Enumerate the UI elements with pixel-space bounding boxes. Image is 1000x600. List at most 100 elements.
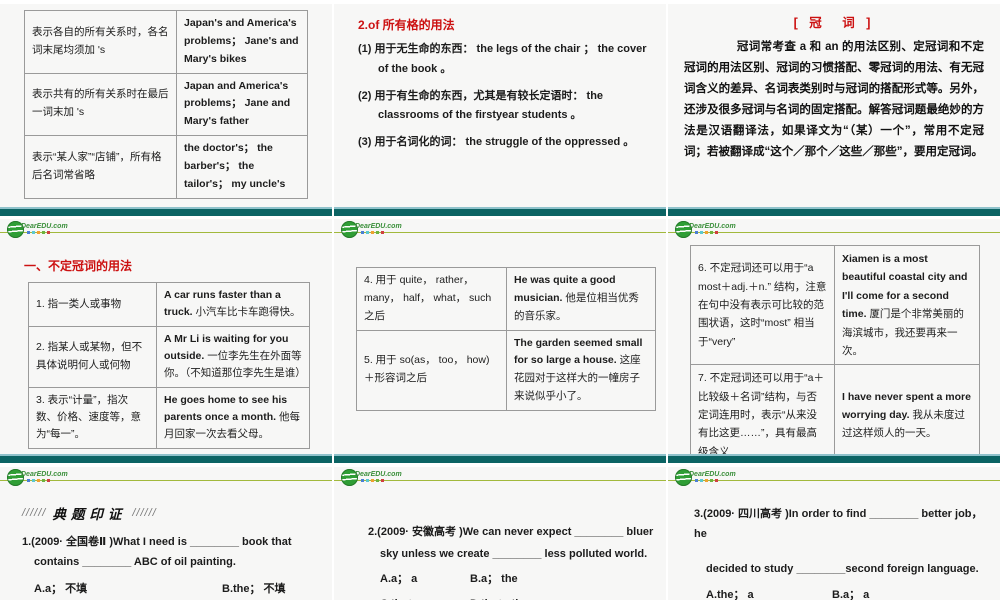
options-row: A.the； a B.a； a	[668, 584, 1000, 600]
option-a: A.a； 不填	[34, 582, 88, 595]
options-row: A.a； a B.a； the	[334, 568, 666, 590]
article-usage-table: 6. 不定冠词还可以用于“a most＋adj.＋n.” 结构，注意在句中没有表…	[690, 244, 980, 454]
example-cell: He was quite a good musician. 他是位相当优秀的音乐…	[506, 267, 656, 331]
rule-cell: 4. 用于 quite， rather， many， half， what， s…	[356, 267, 507, 331]
slide-exam-q3[interactable]: DearEDU.com 3.(2009· 四川高考 )In order to f…	[668, 467, 1000, 600]
options-row: C.the； a D.the； the	[334, 593, 666, 600]
rule-cell: 表示“某人家”“店铺”，所有格后名词常省略	[24, 135, 177, 199]
slide-footer-bar	[334, 207, 666, 216]
slide-column-2: 2.of 所有格的用法 (1) 用于无生命的东西： the legs of th…	[334, 0, 666, 600]
article-usage-table: 4. 用于 quite， rather， many， half， what， s…	[356, 267, 656, 411]
table-row: 2. 指某人或某物，但不具体说明何人或何物 A Mr Li is waiting…	[28, 325, 310, 388]
slash-decoration: //////	[22, 507, 47, 519]
rule-cell: 5. 用于 so(as， too， how)＋形容词之后	[356, 329, 507, 411]
slide-sorter-grid: 表示各自的所有关系时，各名词末尾均须加 's Japan's and Ameri…	[0, 0, 1000, 600]
slide-header: DearEDU.com	[334, 219, 666, 238]
slash-decoration: //////	[132, 507, 157, 519]
example-cell: A Mr Li is waiting for you outside. 一位李先…	[156, 325, 310, 388]
rule-cell: 2. 指某人或某物，但不具体说明何人或何物	[28, 325, 157, 388]
slide-article-usage-4-5[interactable]: DearEDU.com 4. 用于 quite， rather， many， h…	[334, 219, 666, 463]
slide-footer-bar	[0, 454, 332, 463]
table-row: 7. 不定冠词还可以用于“a＋比较级＋名词”结构，与否定词连用时，表示“从来没有…	[690, 364, 980, 454]
social-dots-icon	[361, 479, 402, 482]
rule-cell: 表示共有的所有关系时在最后一词末加 's	[24, 72, 177, 137]
brand-text: DearEDU.com	[689, 223, 736, 230]
example-cell: I have never spent a more worrying day. …	[834, 364, 980, 454]
example-cell: He goes home to see his parents once a m…	[156, 386, 310, 449]
slide-of-possessive-usage[interactable]: 2.of 所有格的用法 (1) 用于无生命的东西： the legs of th…	[334, 0, 666, 216]
slide-header: DearEDU.com	[334, 467, 666, 486]
slide-header: DearEDU.com	[668, 467, 1000, 486]
dearedu-logo: DearEDU.com	[675, 221, 736, 238]
example-cell: Japan's and America's problems； Jane's a…	[176, 10, 308, 74]
usage-item: (1) 用于无生命的东西： the legs of the chair ； th…	[358, 43, 647, 75]
example-cell: the doctor's； the barber's； the tailor's…	[176, 135, 308, 199]
option-a: A.the； a	[706, 589, 754, 600]
rule-cell: 6. 不定冠词还可以用于“a most＋adj.＋n.” 结构，注意在句中没有表…	[690, 244, 835, 366]
example-cell: A car runs faster than a truck. 小汽车比卡车跑得…	[156, 282, 310, 327]
table-row: 表示“某人家”“店铺”，所有格后名词常省略 the doctor's； the …	[24, 135, 308, 199]
dearedu-logo: DearEDU.com	[341, 221, 402, 238]
table-row: 3. 表示“计量”，指次数、价格、速度等，意为“每一”。 He goes hom…	[28, 386, 310, 449]
slide-column-3: [ 冠 词 ] 冠词常考查 a 和 an 的用法区别、定冠词和不定冠词的用法区别…	[668, 0, 1000, 600]
brand-text: DearEDU.com	[355, 223, 402, 230]
exam-section-title: 典题印证	[52, 507, 127, 522]
social-dots-icon	[695, 479, 736, 482]
slide-footer-bar	[0, 207, 332, 216]
exam-question: 2.(2009· 安徽高考 )We can never expect _____…	[368, 526, 654, 560]
indefinite-article-table: 1. 指一类人或事物 A car runs faster than a truc…	[28, 282, 310, 449]
slide-footer-bar	[668, 454, 1000, 463]
section-title: [ 冠 词 ]	[793, 16, 875, 30]
option-b: B.a； a	[832, 589, 870, 600]
dearedu-logo: DearEDU.com	[675, 469, 736, 486]
slide-header: DearEDU.com	[0, 467, 332, 486]
slide-exam-q1[interactable]: DearEDU.com ////// 典题印证 ////// 1.(2009· …	[0, 467, 332, 600]
social-dots-icon	[361, 231, 402, 234]
option-b: B.the； 不填	[222, 582, 286, 595]
slide-indefinite-article-usage[interactable]: DearEDU.com 一、不定冠词的用法 1. 指一类人或事物 A car r…	[0, 219, 332, 463]
brand-text: DearEDU.com	[21, 471, 68, 478]
usage-item: (3) 用于名词化的词： the struggle of the oppress…	[358, 136, 635, 149]
possessive-rules-table: 表示各自的所有关系时，各名词末尾均须加 's Japan's and Ameri…	[24, 10, 308, 199]
rule-cell: 3. 表示“计量”，指次数、价格、速度等，意为“每一”。	[28, 386, 157, 449]
slide-possessive-table[interactable]: 表示各自的所有关系时，各名词末尾均须加 's Japan's and Ameri…	[0, 0, 332, 216]
exam-question-line: 3.(2009· 四川高考 )In order to find ________…	[694, 508, 983, 540]
social-dots-icon	[27, 479, 68, 482]
slide-header: DearEDU.com	[0, 219, 332, 238]
example-zh: 小汽车比卡车跑得快。	[195, 306, 301, 319]
rule-cell: 7. 不定冠词还可以用于“a＋比较级＋名词”结构，与否定词连用时，表示“从来没有…	[690, 364, 835, 454]
dearedu-logo: DearEDU.com	[7, 469, 68, 486]
exam-section-header: ////// 典题印证 //////	[22, 503, 332, 523]
option-a: A.a； a	[380, 573, 418, 585]
slide-header: DearEDU.com	[668, 219, 1000, 238]
brand-text: DearEDU.com	[21, 223, 68, 230]
table-row: 4. 用于 quite， rather， many， half， what， s…	[356, 267, 656, 331]
dearedu-logo: DearEDU.com	[7, 221, 68, 238]
example-en: He goes home to see his parents once a m…	[164, 393, 288, 423]
table-row: 1. 指一类人或事物 A car runs faster than a truc…	[28, 282, 310, 327]
table-row: 表示共有的所有关系时在最后一词末加 's Japan and America's…	[24, 72, 308, 137]
example-cell: Xiamen is a most beautiful coastal city …	[834, 244, 980, 366]
section-title: 一、不定冠词的用法	[24, 259, 133, 273]
rule-cell: 表示各自的所有关系时，各名词末尾均须加 's	[24, 10, 177, 74]
slide-exam-q2[interactable]: DearEDU.com 2.(2009· 安徽高考 )We can never …	[334, 467, 666, 600]
slide-column-1: 表示各自的所有关系时，各名词末尾均须加 's Japan's and Ameri…	[0, 0, 332, 600]
brand-text: DearEDU.com	[355, 471, 402, 478]
exam-question-line: decided to study ________second foreign …	[706, 562, 979, 575]
table-row: 表示各自的所有关系时，各名词末尾均须加 's Japan's and Ameri…	[24, 10, 308, 74]
slide-footer-bar	[334, 454, 666, 463]
dearedu-logo: DearEDU.com	[341, 469, 402, 486]
exam-question: 1.(2009· 全国卷Ⅱ )What I need is ________ b…	[22, 536, 292, 568]
brand-text: DearEDU.com	[689, 471, 736, 478]
option-c: C.the； a	[380, 593, 470, 600]
table-row: 5. 用于 so(as， too， how)＋形容词之后 The garden …	[356, 329, 656, 411]
usage-item: (2) 用于有生命的东西，尤其是有较长定语时： the classrooms o…	[358, 89, 604, 122]
example-cell: Japan and America's problems； Jane and M…	[176, 72, 308, 137]
slide-article-intro[interactable]: [ 冠 词 ] 冠词常考查 a 和 an 的用法区别、定冠词和不定冠词的用法区别…	[668, 0, 1000, 216]
slide-footer-bar	[668, 207, 1000, 216]
option-d: D.the； the	[470, 593, 528, 600]
intro-paragraph: 冠词常考查 a 和 an 的用法区别、定冠词和不定冠词的用法区别、冠词的习惯搭配…	[684, 41, 984, 158]
table-row: 6. 不定冠词还可以用于“a most＋adj.＋n.” 结构，注意在句中没有表…	[690, 244, 980, 366]
example-cell: The garden seemed small for so large a h…	[506, 329, 656, 411]
slide-article-usage-6-7[interactable]: DearEDU.com 6. 不定冠词还可以用于“a most＋adj.＋n.”…	[668, 219, 1000, 463]
